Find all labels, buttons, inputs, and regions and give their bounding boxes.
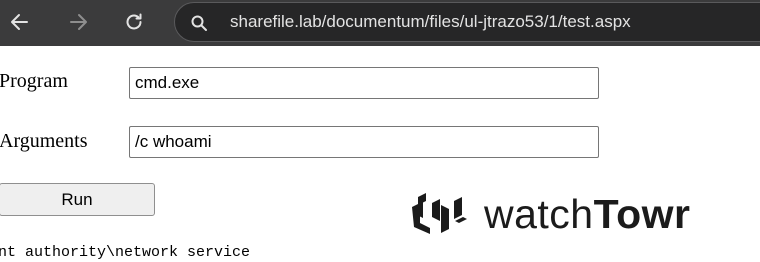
watchtowr-logo: watchTowr (410, 190, 691, 238)
address-bar[interactable]: sharefile.lab/documentum/files/ul-jtrazo… (174, 2, 760, 42)
forward-arrow-icon (70, 14, 87, 30)
forward-button[interactable] (64, 8, 92, 36)
url-text[interactable]: sharefile.lab/documentum/files/ul-jtrazo… (230, 3, 631, 41)
arguments-label: Arguments (0, 130, 88, 152)
reload-icon (126, 13, 142, 30)
back-button[interactable] (6, 8, 34, 36)
command-output: nt authority\network service (0, 244, 251, 261)
arguments-input[interactable]: /c whoami (129, 126, 599, 158)
browser-toolbar: sharefile.lab/documentum/files/ul-jtrazo… (0, 0, 760, 46)
logo-text-watch: watch (484, 190, 594, 237)
back-arrow-icon (11, 14, 28, 30)
program-label: Program (0, 70, 68, 92)
reload-button[interactable] (120, 8, 148, 36)
logo-text-towr: Towr (593, 190, 691, 237)
run-button[interactable]: Run (0, 183, 155, 216)
search-icon (189, 13, 209, 33)
program-input[interactable]: cmd.exe (129, 67, 599, 99)
watchtowr-logo-mark-icon (412, 193, 467, 234)
